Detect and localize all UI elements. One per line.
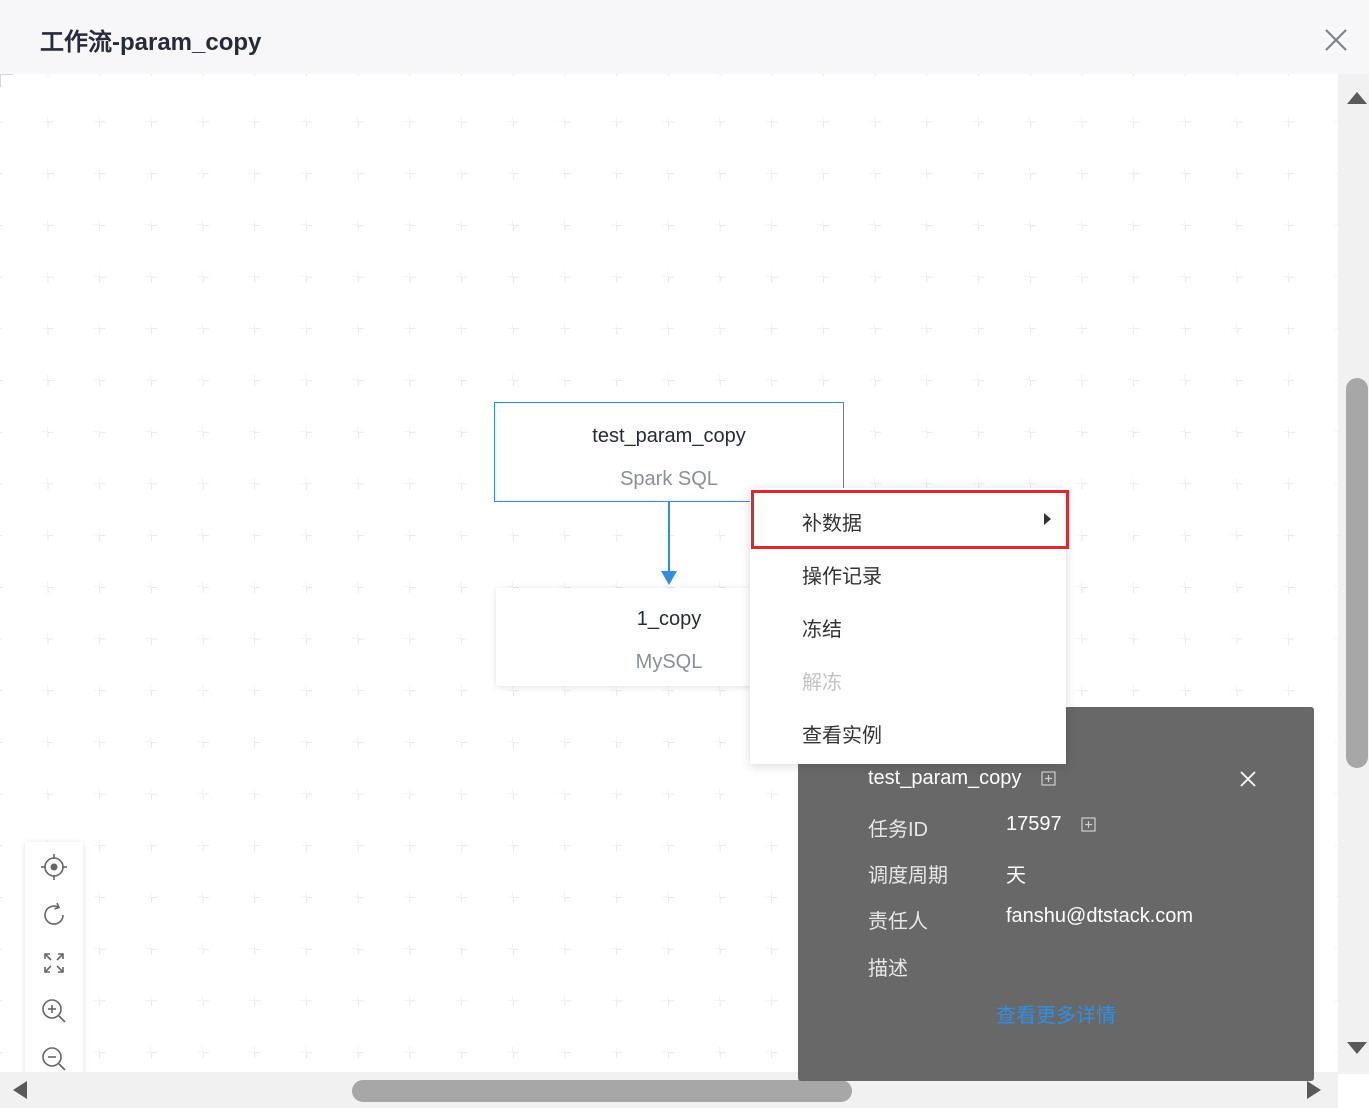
vertical-scroll-thumb[interactable] [1346, 378, 1368, 768]
copy-icon[interactable] [1041, 771, 1056, 786]
task-id-value: 17597 [1006, 813, 1062, 835]
info-value: fanshu@dtstack.com [1006, 905, 1194, 927]
menu-item-label: 补数据 [802, 513, 862, 535]
menu-item-label: 操作记录 [802, 566, 882, 588]
task-name: test_param_copy [868, 767, 1022, 789]
view-more-details-link[interactable]: 查看更多详情 [798, 999, 1314, 1028]
info-row-description: 描述 [868, 952, 908, 981]
caret-right-icon [1044, 513, 1051, 525]
menu-item-backfill[interactable]: 补数据 [750, 494, 1066, 546]
zoom-out-icon [42, 1047, 66, 1071]
vertical-scrollbar[interactable] [1338, 74, 1369, 1074]
locate-button[interactable] [25, 842, 83, 890]
page-title: 工作流-param_copy [40, 29, 262, 56]
scroll-right-arrow-icon[interactable] [1307, 1081, 1321, 1099]
scroll-down-arrow-icon[interactable] [1347, 1042, 1367, 1054]
menu-item-label: 查看实例 [802, 725, 882, 747]
info-row-owner: 责任人 fanshu@dtstack.com [868, 905, 1193, 934]
scroll-up-arrow-icon[interactable] [1347, 92, 1367, 104]
info-row-schedule: 调度周期 天 [868, 859, 1026, 888]
node-name: test_param_copy [592, 425, 746, 447]
fit-screen-button[interactable] [25, 938, 83, 986]
menu-item-label: 冻结 [802, 619, 842, 641]
locate-icon [41, 854, 67, 880]
info-label: 描述 [868, 958, 908, 980]
modal-header: 工作流-param_copy [0, 0, 1369, 74]
zoom-in-icon [42, 999, 66, 1023]
context-menu: 补数据 操作记录 冻结 解冻 查看实例 [750, 488, 1066, 764]
zoom-in-button[interactable] [25, 986, 83, 1034]
workflow-node[interactable]: test_param_copy Spark SQL [494, 402, 844, 502]
info-label: 任务ID [868, 819, 928, 841]
info-value: 17597 [1006, 813, 1096, 836]
menu-item-label: 解冻 [802, 672, 842, 694]
info-value: 天 [1006, 865, 1026, 887]
close-icon[interactable] [1322, 26, 1350, 54]
canvas-toolbar [25, 842, 83, 1082]
menu-item-freeze[interactable]: 冻结 [750, 600, 1066, 652]
refresh-button[interactable] [25, 890, 83, 938]
menu-item-view-instances[interactable]: 查看实例 [750, 706, 1066, 758]
info-label: 责任人 [868, 911, 928, 933]
menu-item-operation-log[interactable]: 操作记录 [750, 547, 1066, 599]
scroll-left-arrow-icon[interactable] [13, 1081, 27, 1099]
copy-icon[interactable] [1081, 817, 1096, 832]
close-icon[interactable] [1238, 769, 1258, 789]
horizontal-scroll-thumb[interactable] [352, 1080, 852, 1102]
task-name-row: test_param_copy [868, 767, 1056, 790]
refresh-icon [44, 902, 64, 925]
fit-screen-icon [44, 953, 64, 973]
info-row-task-id: 任务ID 17597 [868, 813, 1096, 842]
menu-item-unfreeze: 解冻 [750, 653, 1066, 705]
info-label: 调度周期 [868, 865, 948, 887]
